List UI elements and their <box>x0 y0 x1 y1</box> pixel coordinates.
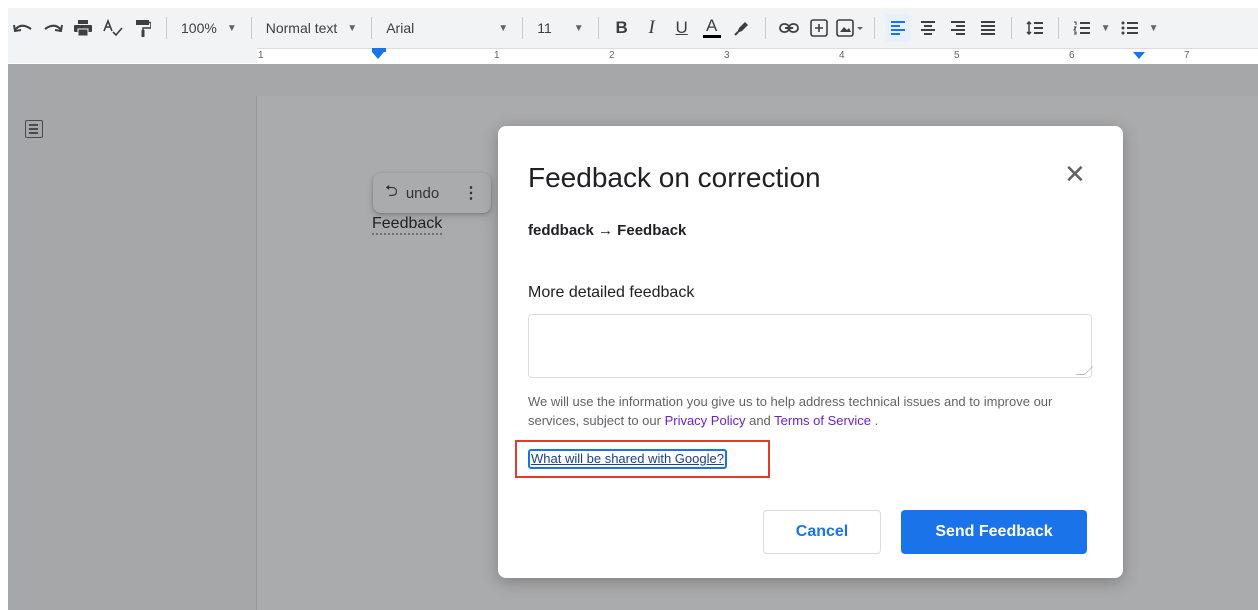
zoom-value: 100% <box>181 20 217 36</box>
right-indent-handle[interactable] <box>1133 52 1145 59</box>
font-value: Arial <box>386 20 415 36</box>
chevron-down-icon: ▼ <box>573 22 584 34</box>
undo-icon[interactable] <box>10 14 36 42</box>
font-size-select[interactable]: 11 ▼ <box>531 20 589 36</box>
align-right-icon[interactable] <box>945 14 971 42</box>
toolbar-divider <box>1010 17 1012 39</box>
paint-format-icon[interactable] <box>130 14 156 42</box>
toolbar-divider <box>166 17 167 39</box>
ruler-number: 7 <box>1184 50 1190 61</box>
print-icon[interactable] <box>70 14 96 42</box>
ruler-number: 2 <box>609 50 615 61</box>
add-comment-icon[interactable] <box>806 14 832 42</box>
line-spacing-icon[interactable] <box>1022 14 1048 42</box>
text-color-letter: A <box>705 16 718 35</box>
docs-toolbar: 100% ▼ Normal text ▼ Arial ▼ 11 ▼ B I U … <box>8 8 1258 63</box>
chevron-down-icon: ▼ <box>347 22 358 34</box>
ruler-number: 3 <box>724 50 730 61</box>
style-value: Normal text <box>265 20 338 36</box>
terms-of-service-link[interactable]: Terms of Service <box>774 413 871 428</box>
toolbar-divider <box>371 17 373 39</box>
send-feedback-button[interactable]: Send Feedback <box>901 510 1087 554</box>
chevron-down-icon[interactable]: ▼ <box>1149 23 1159 34</box>
bold-button[interactable]: B <box>609 14 635 42</box>
font-select[interactable]: Arial ▼ <box>380 20 514 36</box>
ruler-track: 1 1 2 3 4 5 6 7 <box>257 48 1258 63</box>
underline-button[interactable]: U <box>669 14 695 42</box>
correction-summary: feddback → Feedback <box>528 222 687 239</box>
style-select[interactable]: Normal text ▼ <box>260 20 363 36</box>
link-icon[interactable] <box>776 14 802 42</box>
text-color-button[interactable]: A <box>699 14 725 42</box>
left-indent-handle[interactable] <box>372 52 384 59</box>
chevron-down-icon[interactable]: ▼ <box>1101 23 1111 34</box>
disclaimer-text: . <box>870 413 879 428</box>
spellcheck-icon[interactable] <box>100 14 126 42</box>
detail-feedback-label: More detailed feedback <box>528 284 695 301</box>
toolbar-divider <box>1057 17 1059 39</box>
annotation-highlight-box <box>515 440 770 478</box>
privacy-policy-link[interactable]: Privacy Policy <box>665 413 746 428</box>
italic-button[interactable]: I <box>639 14 665 42</box>
zoom-select[interactable]: 100% ▼ <box>175 20 243 36</box>
redo-icon[interactable] <box>40 14 66 42</box>
highlight-pen-icon[interactable] <box>729 14 755 42</box>
font-size-value: 11 <box>537 20 552 36</box>
toolbar-divider <box>250 17 252 39</box>
toolbar-divider <box>597 17 599 39</box>
ruler-number: 1 <box>494 50 500 61</box>
numbered-list-icon[interactable] <box>1069 14 1095 42</box>
privacy-disclaimer: We will use the information you give us … <box>528 392 1088 430</box>
toolbar-divider <box>764 17 766 39</box>
toolbar-divider <box>522 17 524 39</box>
dialog-title: Feedback on correction <box>528 162 821 193</box>
ruler-number: 1 <box>258 50 264 61</box>
align-justify-icon[interactable] <box>975 14 1001 42</box>
align-left-icon[interactable] <box>884 14 911 42</box>
ruler-number: 5 <box>954 50 960 61</box>
insert-image-icon[interactable] <box>835 14 864 42</box>
feedback-dialog: Feedback on correction ✕ feddback → Feed… <box>498 126 1123 578</box>
bulleted-list-icon[interactable] <box>1117 14 1143 42</box>
ruler-number: 4 <box>839 50 845 61</box>
toolbar-divider <box>873 17 875 39</box>
disclaimer-text: and <box>745 413 775 428</box>
chevron-down-icon: ▼ <box>226 22 237 34</box>
close-icon[interactable]: ✕ <box>1064 161 1086 187</box>
detail-feedback-input[interactable] <box>528 314 1092 378</box>
chevron-down-icon: ▼ <box>498 22 509 34</box>
align-center-icon[interactable] <box>915 14 941 42</box>
cancel-button[interactable]: Cancel <box>763 510 881 554</box>
horizontal-ruler: 1 1 2 3 4 5 6 7 <box>8 48 1258 63</box>
ruler-number: 6 <box>1069 50 1075 61</box>
